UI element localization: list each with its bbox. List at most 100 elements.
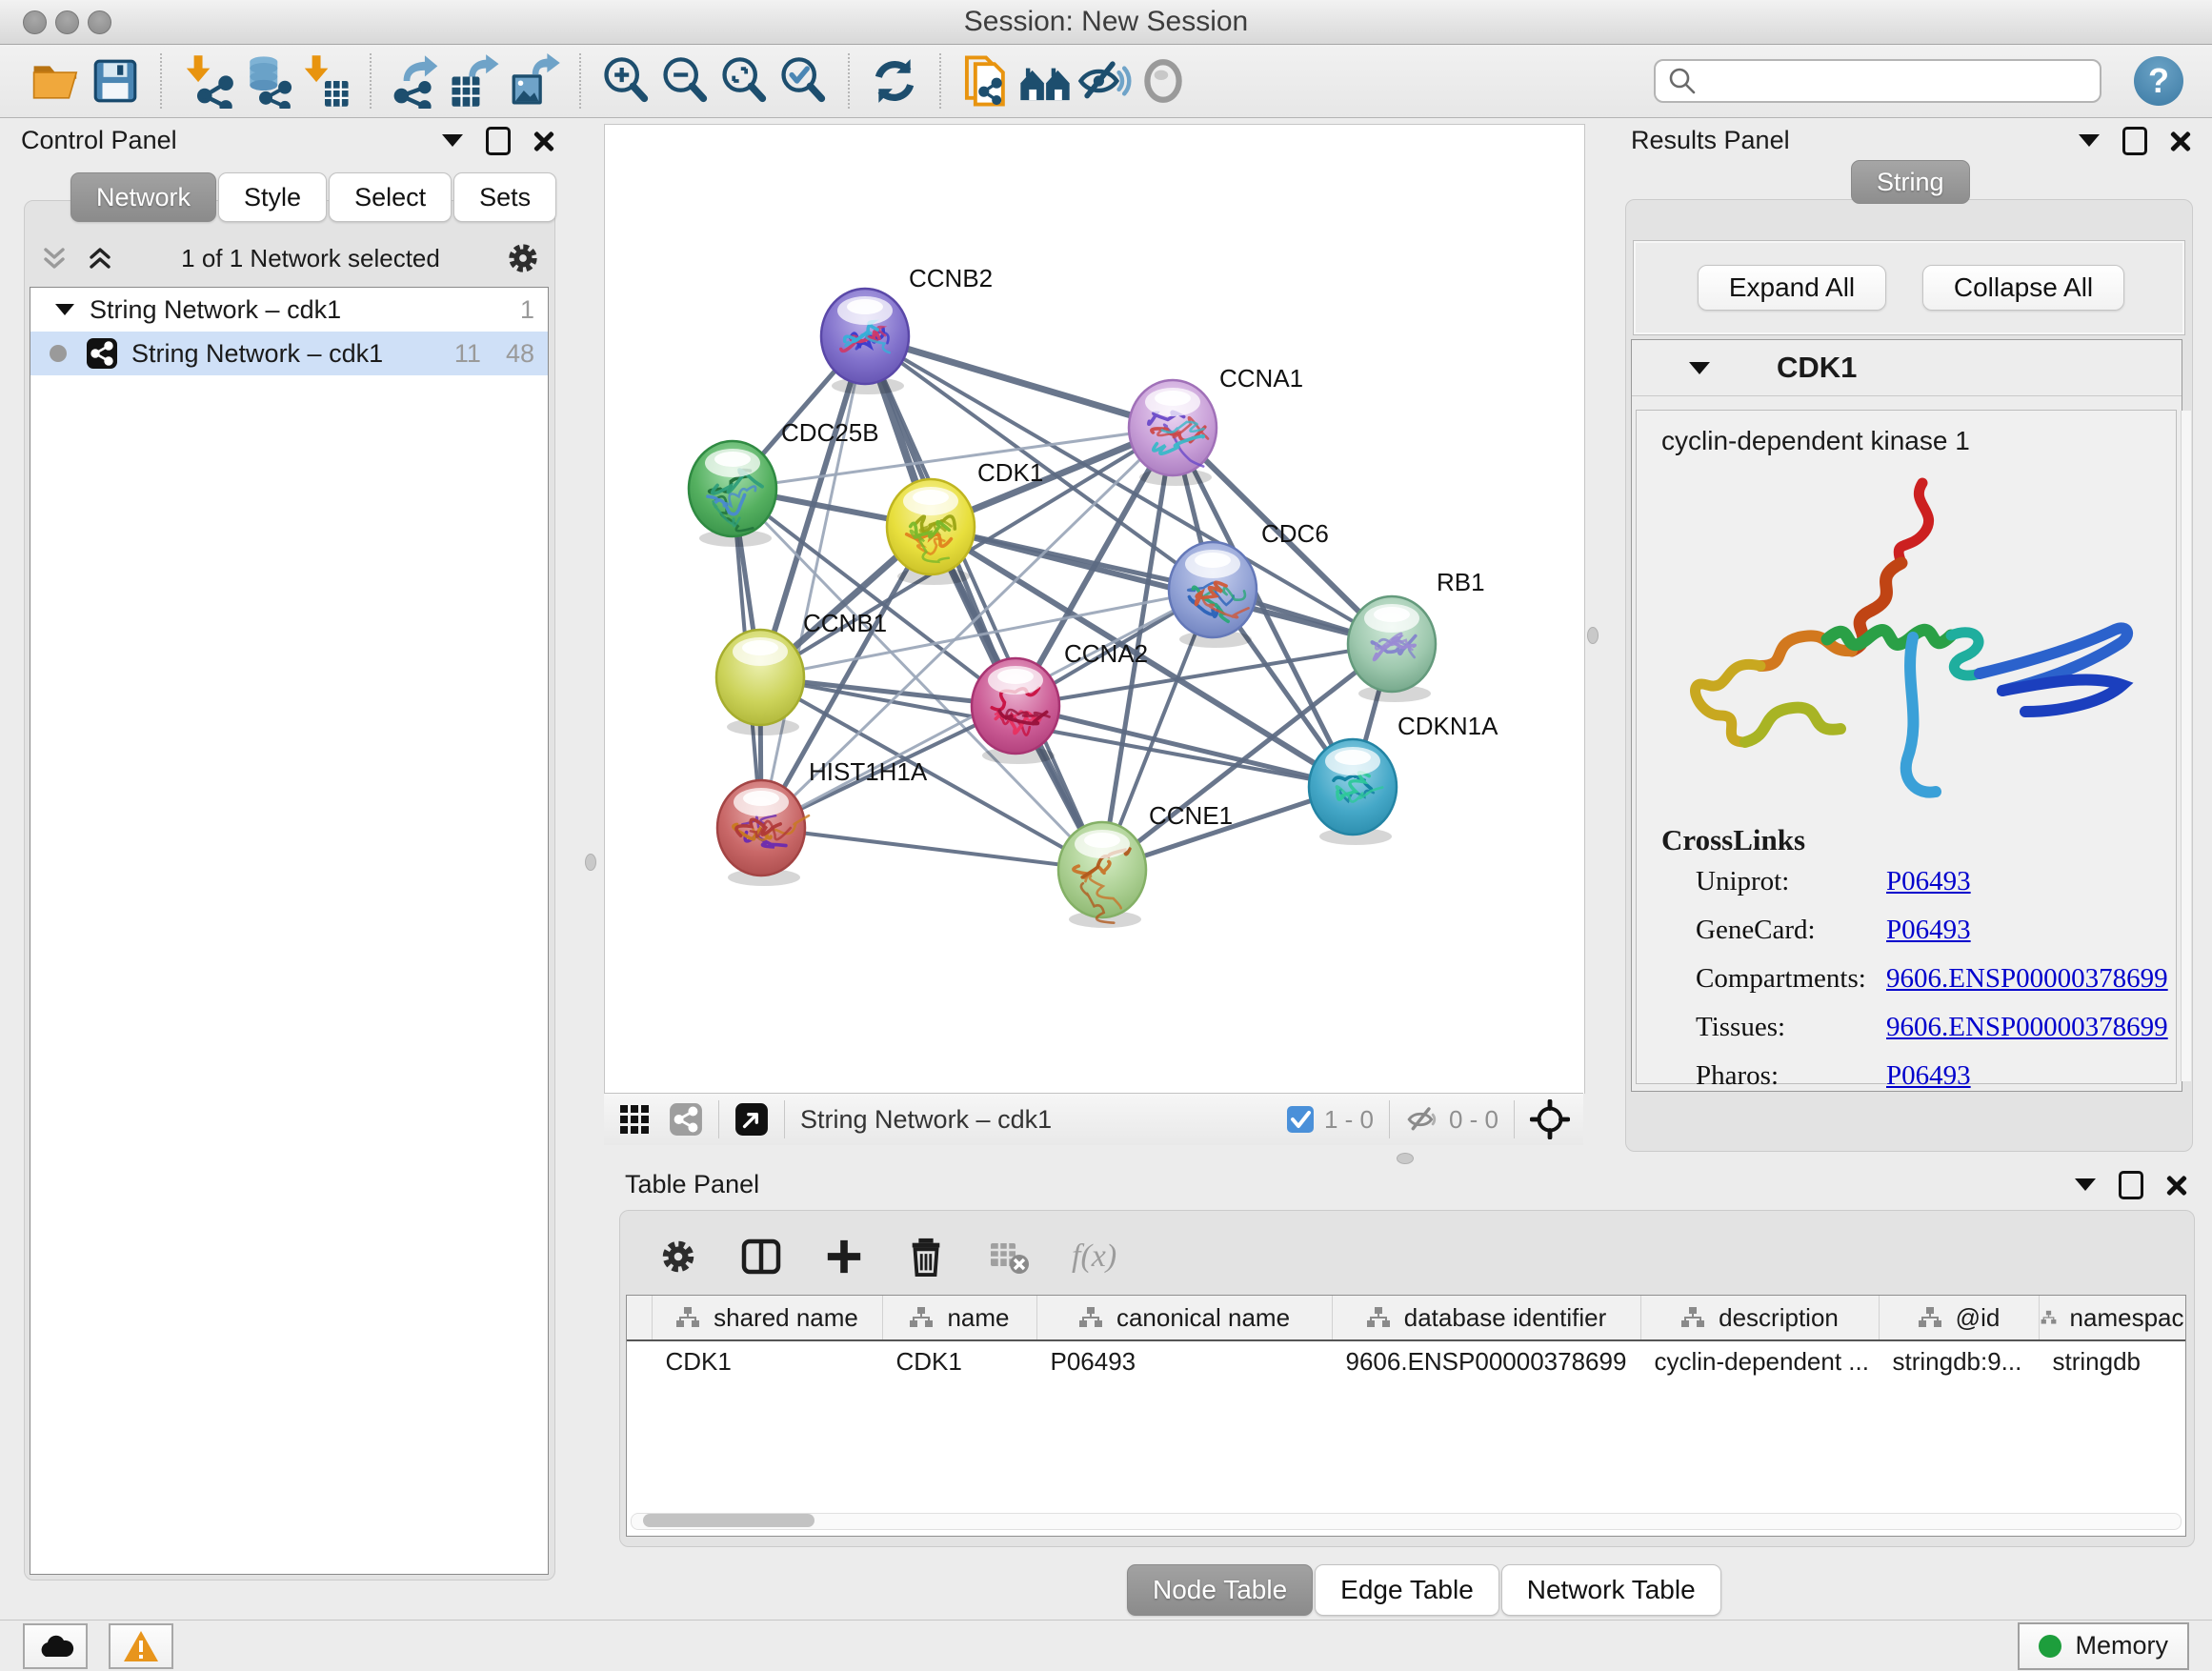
node-CCNE1[interactable] bbox=[1058, 822, 1146, 928]
node-CCNB2[interactable] bbox=[821, 289, 909, 394]
add-column-icon[interactable] bbox=[824, 1237, 864, 1277]
zoom-out-button[interactable] bbox=[655, 51, 714, 111]
tab-select[interactable]: Select bbox=[329, 172, 452, 222]
tab-style[interactable]: Style bbox=[218, 172, 327, 222]
column-header-namespac[interactable]: namespac bbox=[2039, 1296, 2185, 1340]
network-graph[interactable]: CCNB2CCNA1CDC25BCDK1CDC6RB1CCNB1CCNA2CDK… bbox=[605, 125, 1584, 1094]
table-hscrollbar[interactable] bbox=[631, 1513, 2182, 1530]
left-splitter-handle[interactable] bbox=[585, 854, 596, 871]
table-header-row[interactable]: shared namenamecanonical namedatabase id… bbox=[627, 1296, 2185, 1340]
selected-checkbox-icon[interactable] bbox=[1286, 1105, 1315, 1134]
import-network-database-button[interactable] bbox=[236, 51, 295, 111]
column-header-shared-name[interactable]: shared name bbox=[652, 1296, 882, 1340]
right-splitter-handle[interactable] bbox=[1587, 627, 1599, 644]
column-header-name[interactable]: name bbox=[882, 1296, 1036, 1340]
window-zoom-button[interactable] bbox=[88, 10, 111, 34]
export-network-button[interactable] bbox=[387, 51, 446, 111]
panel-close-icon[interactable] bbox=[533, 131, 554, 151]
search-field[interactable] bbox=[1654, 59, 2101, 103]
table-cell[interactable]: stringdb bbox=[2039, 1340, 2185, 1381]
expand-all-icon[interactable] bbox=[84, 242, 116, 274]
zoom-selected-button[interactable] bbox=[774, 51, 833, 111]
help-button[interactable]: ? bbox=[2134, 56, 2183, 106]
open-session-button[interactable] bbox=[27, 51, 86, 111]
column-header-canonical-name[interactable]: canonical name bbox=[1036, 1296, 1332, 1340]
window-close-button[interactable] bbox=[23, 10, 47, 34]
crosslink-link[interactable]: 9606.ENSP00000378699 bbox=[1886, 1012, 2168, 1043]
tab-network-table[interactable]: Network Table bbox=[1501, 1564, 1721, 1616]
crosslink-link[interactable]: P06493 bbox=[1886, 1060, 1971, 1092]
panel-float-icon[interactable] bbox=[486, 127, 511, 155]
collapse-all-button[interactable]: Collapse All bbox=[1922, 265, 2124, 311]
gear-icon[interactable] bbox=[505, 240, 541, 276]
node-HIST1H1A[interactable] bbox=[717, 780, 809, 886]
delete-table-icon[interactable] bbox=[988, 1236, 1030, 1278]
column-header-database-identifier[interactable]: database identifier bbox=[1332, 1296, 1640, 1340]
collapse-all-icon[interactable] bbox=[38, 242, 70, 274]
row-select-cell[interactable] bbox=[627, 1340, 652, 1381]
edge-CCNB2-CCNA1[interactable] bbox=[865, 336, 1173, 428]
export-table-button[interactable] bbox=[446, 51, 505, 111]
function-builder-icon[interactable]: f(x) bbox=[1072, 1238, 1116, 1275]
node-CDKN1A[interactable] bbox=[1309, 739, 1397, 845]
table-row[interactable]: CDK1CDK1P064939606.ENSP00000378699cyclin… bbox=[627, 1340, 2185, 1381]
network-view-share-icon[interactable] bbox=[669, 1102, 703, 1137]
node-CDC25B[interactable] bbox=[689, 441, 776, 547]
crosslink-link[interactable]: P06493 bbox=[1886, 915, 1971, 946]
edge-HIST1H1A-CCNE1[interactable] bbox=[761, 828, 1102, 870]
crosslink-link[interactable]: 9606.ENSP00000378699 bbox=[1886, 963, 2168, 995]
panel-menu-icon[interactable] bbox=[2075, 1178, 2096, 1191]
column-header-description[interactable]: description bbox=[1640, 1296, 1879, 1340]
node-table[interactable]: shared namenamecanonical namedatabase id… bbox=[627, 1296, 2186, 1381]
save-session-button[interactable] bbox=[86, 51, 145, 111]
birdseye-crosshair-icon[interactable] bbox=[1530, 1099, 1570, 1139]
grid-view-icon[interactable] bbox=[617, 1102, 652, 1137]
warning-status-button[interactable] bbox=[109, 1623, 173, 1669]
import-table-file-button[interactable] bbox=[295, 51, 354, 111]
tree-collapse-icon[interactable] bbox=[55, 304, 74, 315]
panel-menu-icon[interactable] bbox=[2079, 134, 2100, 147]
panel-float-icon[interactable] bbox=[2119, 1171, 2143, 1199]
table-cell[interactable]: 9606.ENSP00000378699 bbox=[1332, 1340, 1640, 1381]
network-tree-root-row[interactable]: String Network – cdk1 1 bbox=[30, 288, 548, 332]
tab-sets[interactable]: Sets bbox=[453, 172, 556, 222]
table-cell[interactable]: stringdb:9... bbox=[1879, 1340, 2039, 1381]
tab-edge-table[interactable]: Edge Table bbox=[1315, 1564, 1499, 1616]
edge-CCNB2-HIST1H1A[interactable] bbox=[761, 336, 865, 828]
cloud-status-button[interactable] bbox=[23, 1623, 88, 1669]
card-collapse-icon[interactable] bbox=[1689, 362, 1710, 374]
zoom-fit-button[interactable] bbox=[714, 51, 774, 111]
import-network-file-button[interactable] bbox=[177, 51, 236, 111]
card-scrollbar[interactable] bbox=[2181, 411, 2191, 1081]
horizontal-splitter-handle[interactable] bbox=[1397, 1153, 1414, 1164]
expand-all-button[interactable]: Expand All bbox=[1698, 265, 1886, 311]
node-CCNA1[interactable] bbox=[1129, 380, 1217, 486]
show-columns-icon[interactable] bbox=[740, 1236, 782, 1278]
panel-float-icon[interactable] bbox=[2122, 127, 2147, 155]
edge-CCNB2-CCNE1[interactable] bbox=[865, 336, 1102, 870]
network-tree-child-row[interactable]: String Network – cdk1 11 48 bbox=[30, 332, 548, 375]
cdk1-card-header[interactable]: CDK1 bbox=[1632, 340, 2182, 396]
tab-node-table[interactable]: Node Table bbox=[1127, 1564, 1313, 1616]
zoom-in-button[interactable] bbox=[596, 51, 655, 111]
network-canvas[interactable]: CCNB2CCNA1CDC25BCDK1CDC6RB1CCNB1CCNA2CDK… bbox=[604, 124, 1585, 1094]
node-CCNB1[interactable] bbox=[716, 630, 804, 735]
tab-network[interactable]: Network bbox=[70, 172, 216, 222]
delete-column-icon[interactable] bbox=[906, 1237, 946, 1277]
export-image-button[interactable] bbox=[505, 51, 564, 111]
show-all-button[interactable] bbox=[1134, 51, 1193, 111]
network-from-file-button[interactable] bbox=[956, 51, 1016, 111]
home-button[interactable] bbox=[1016, 51, 1075, 111]
hide-unselected-button[interactable] bbox=[1075, 51, 1134, 111]
table-hscrollbar-thumb[interactable] bbox=[643, 1514, 814, 1527]
tab-string[interactable]: String bbox=[1851, 160, 1970, 204]
table-cell[interactable]: CDK1 bbox=[882, 1340, 1036, 1381]
column-header-@id[interactable]: @id bbox=[1879, 1296, 2039, 1340]
panel-close-icon[interactable] bbox=[2166, 1175, 2187, 1196]
table-cell[interactable]: cyclin-dependent ... bbox=[1640, 1340, 1879, 1381]
panel-close-icon[interactable] bbox=[2170, 131, 2191, 151]
table-cell[interactable]: P06493 bbox=[1036, 1340, 1332, 1381]
crosslink-link[interactable]: P06493 bbox=[1886, 866, 1971, 897]
search-input[interactable] bbox=[1698, 66, 2088, 97]
node-RB1[interactable] bbox=[1348, 596, 1436, 702]
